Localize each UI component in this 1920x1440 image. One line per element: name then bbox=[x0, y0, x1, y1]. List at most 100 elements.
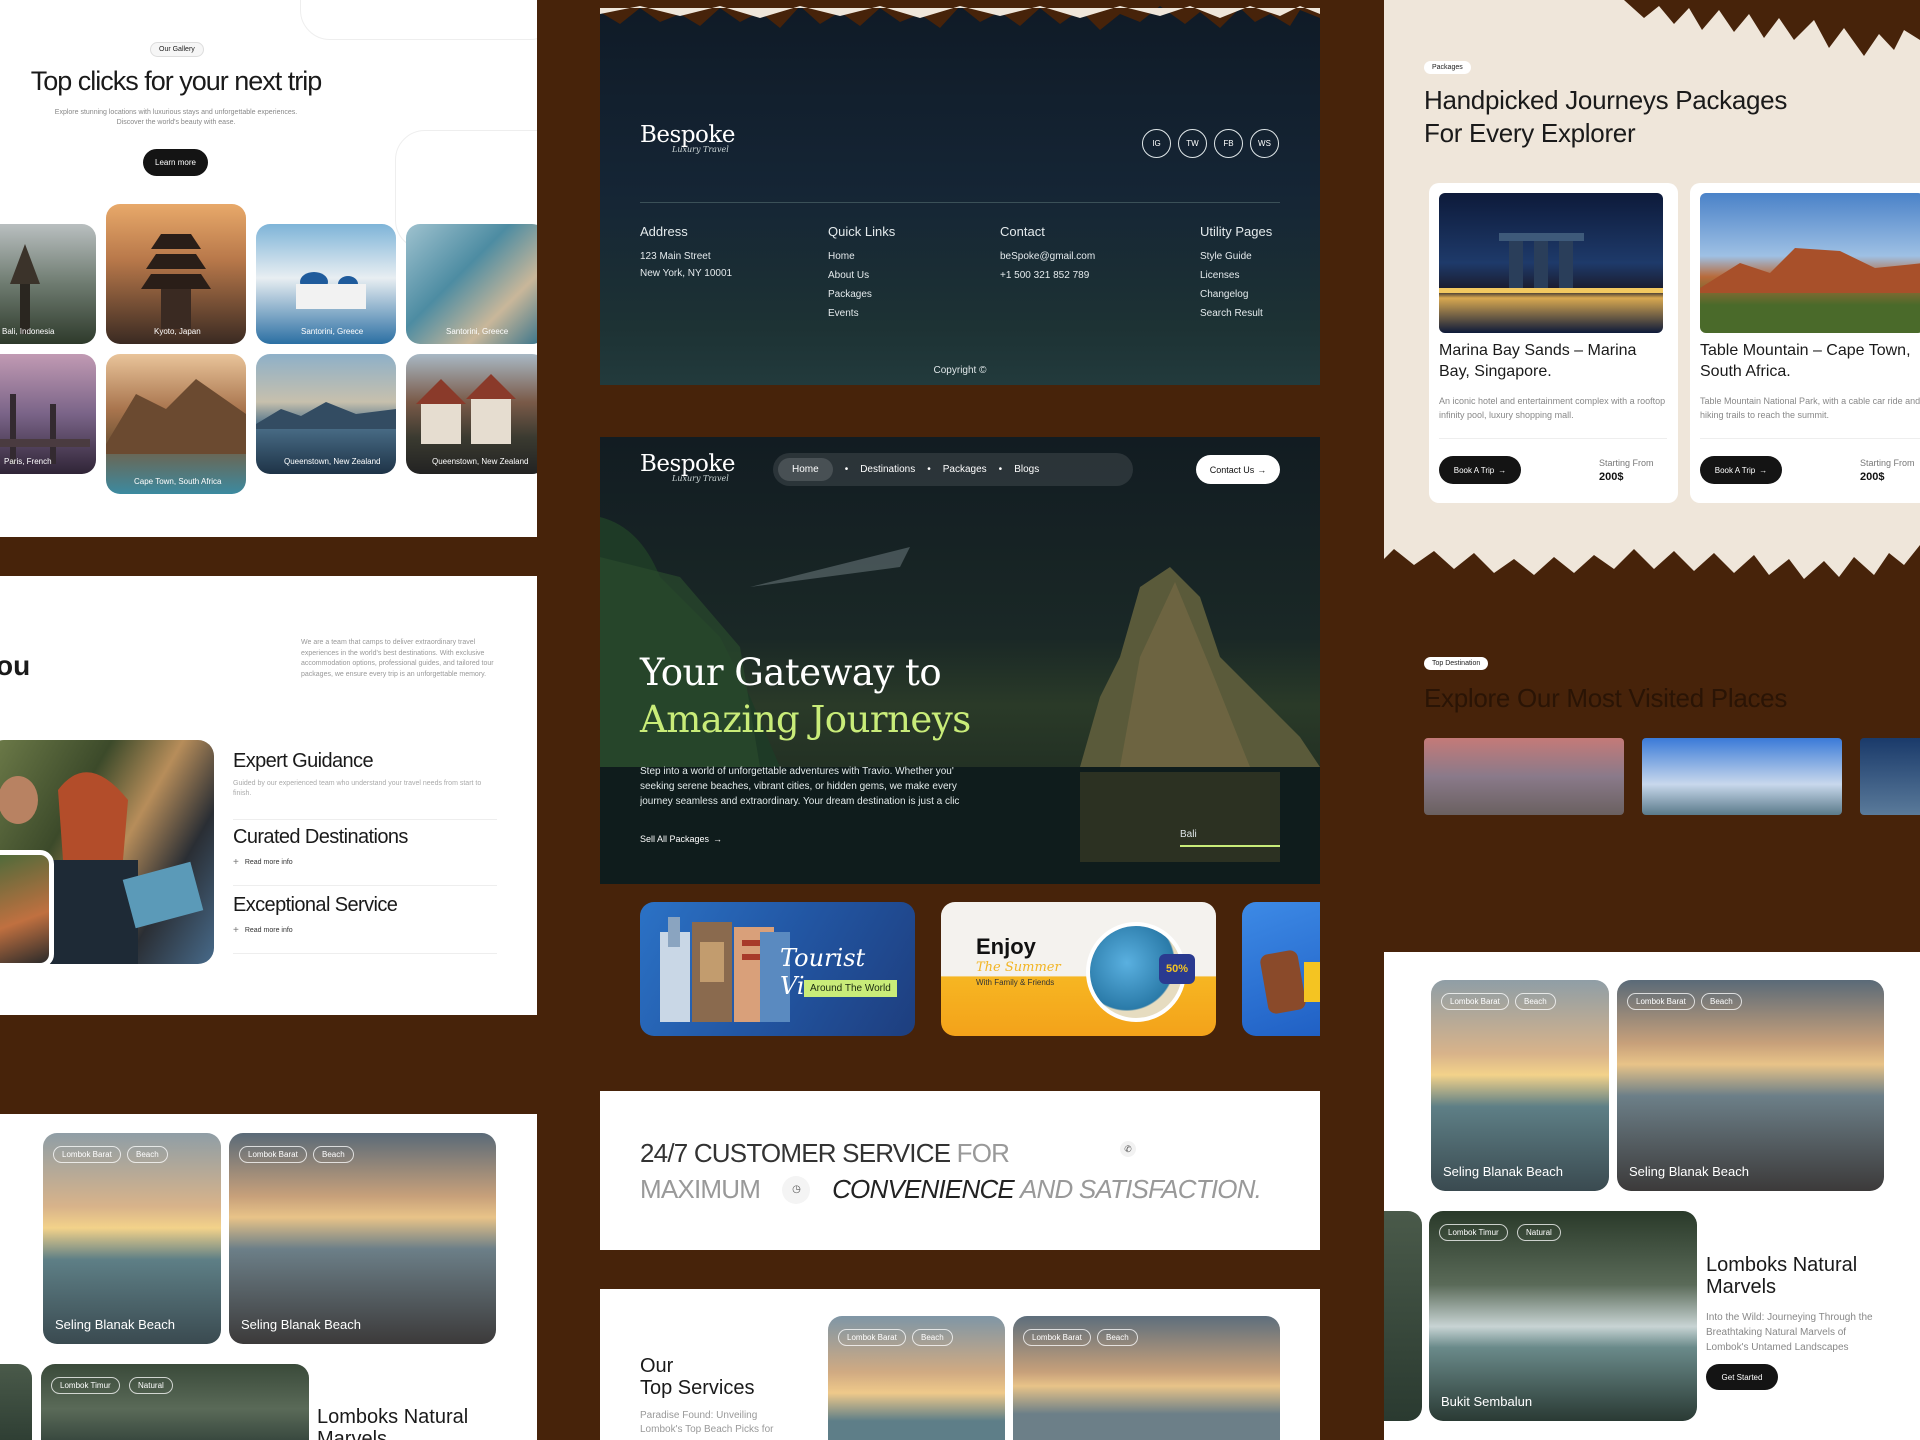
gallery-photo[interactable]: Kyoto, Japan bbox=[106, 204, 246, 344]
footer-logo[interactable]: Bespoke Luxury Travel bbox=[640, 122, 735, 154]
arrow-right-icon: → bbox=[713, 834, 723, 844]
destination-photo[interactable] bbox=[1860, 738, 1920, 815]
title-line: Top Services bbox=[640, 1377, 755, 1399]
read-more-link[interactable]: Read more info bbox=[245, 927, 293, 934]
footer-link[interactable]: About Us bbox=[828, 270, 895, 281]
promo-enjoy[interactable]: Enjoy The Summer With Family & Friends 5… bbox=[941, 902, 1216, 1036]
top-services-title: Our Top Services bbox=[640, 1355, 755, 1399]
enjoy-subtitle: With Family & Friends bbox=[976, 978, 1055, 987]
nav-dot: • bbox=[927, 464, 931, 475]
arrow-right-icon: → bbox=[1759, 465, 1768, 475]
feature-desc: Guided by our experienced team who under… bbox=[233, 780, 482, 797]
footer-link[interactable]: Events bbox=[828, 308, 895, 319]
phone-icon[interactable]: ✆ bbox=[1120, 1141, 1136, 1157]
beach-name: Seling Blanak Beach bbox=[1629, 1164, 1749, 1179]
gallery-photo[interactable]: Cape Town, South Africa bbox=[106, 354, 246, 494]
waterfall-card[interactable]: Lombok Timur Natural bbox=[41, 1364, 309, 1440]
team-photo-small bbox=[0, 850, 54, 968]
beach-card[interactable]: Lombok Barat Beach Seling Blanak Beach bbox=[229, 1133, 496, 1344]
contact-email[interactable]: beSpoke@gmail.com bbox=[1000, 251, 1095, 262]
waterfall-card[interactable]: Lombok Timur Natural Bukit Sembalun bbox=[1429, 1211, 1697, 1421]
package-divider bbox=[1700, 438, 1920, 439]
hero-panel: Bespoke Luxury Travel Home • Destination… bbox=[600, 437, 1320, 884]
service-italic: CONVENIENCE bbox=[832, 1174, 1015, 1204]
enjoy-script: The Summer bbox=[976, 960, 1061, 975]
package-card[interactable]: Table Mountain – Cape Town, South Africa… bbox=[1690, 183, 1920, 503]
footer-col-links: Quick Links Home About Us Packages Event… bbox=[828, 224, 895, 319]
hero-description: Step into a world of unforgettable adven… bbox=[640, 766, 960, 807]
gallery-badge: Our Gallery bbox=[150, 42, 204, 57]
hero-logo[interactable]: Bespoke Luxury Travel bbox=[640, 451, 735, 483]
promo-visa[interactable]: Tourist Visa Around The World bbox=[640, 902, 915, 1036]
plus-icon: + bbox=[233, 857, 239, 868]
footer-col-address: Address 123 Main Street New York, NY 100… bbox=[640, 224, 732, 279]
photo-caption: Paris, French bbox=[4, 457, 52, 466]
btn-label: Book A Trip bbox=[1453, 465, 1495, 475]
gallery-photo[interactable]: Queenstown, New Zealand bbox=[406, 354, 537, 474]
book-trip-button[interactable]: Book A Trip → bbox=[1700, 456, 1782, 484]
gallery-photo[interactable]: Santorini, Greece bbox=[406, 224, 537, 344]
btn-label: Book A Trip bbox=[1714, 465, 1756, 475]
enjoy-title: Enjoy bbox=[976, 934, 1036, 959]
photo-caption: Santorini, Greece bbox=[301, 327, 364, 336]
footer-link[interactable]: Licenses bbox=[1200, 270, 1272, 281]
natural-desc: Into the Wild: Journeying Through the Br… bbox=[1706, 1312, 1873, 1353]
facebook-icon[interactable]: FB bbox=[1214, 129, 1243, 158]
nav-destinations[interactable]: Destinations bbox=[860, 464, 915, 475]
beach-card[interactable]: Lombok Barat Beach Seling Blanak Beach bbox=[1617, 980, 1884, 1191]
feature-title: Curated Destinations bbox=[233, 826, 408, 848]
tag-type: Beach bbox=[912, 1329, 953, 1346]
nav-blogs[interactable]: Blogs bbox=[1014, 464, 1039, 475]
package-title: Table Mountain – Cape Town, South Africa… bbox=[1700, 342, 1911, 380]
footer-link[interactable]: Search Result bbox=[1200, 308, 1272, 319]
service-line1: 24/7 CUSTOMER SERVICE FOR bbox=[640, 1138, 1010, 1169]
destination-photo[interactable] bbox=[1424, 738, 1624, 815]
gallery-photo[interactable]: Queenstown, New Zealand bbox=[256, 354, 396, 474]
footer-link[interactable]: Packages bbox=[828, 289, 895, 300]
nav-packages[interactable]: Packages bbox=[943, 464, 987, 475]
gallery-photo[interactable]: Santorini, Greece bbox=[256, 224, 396, 344]
nav-home[interactable]: Home bbox=[778, 458, 833, 481]
service-card[interactable]: Lombok Barat Beach bbox=[1013, 1316, 1280, 1440]
see-all-packages-link[interactable]: Sell All Packages → bbox=[640, 834, 722, 844]
twitter-icon[interactable]: TW bbox=[1178, 129, 1207, 158]
beach-card[interactable]: Lombok Barat Beach Seling Blanak Beach bbox=[43, 1133, 221, 1344]
footer-link[interactable]: Home bbox=[828, 251, 895, 262]
destination-photo[interactable] bbox=[1642, 738, 1842, 815]
service-card[interactable]: Lombok Barat Beach bbox=[828, 1316, 1005, 1440]
contact-phone[interactable]: +1 500 321 852 789 bbox=[1000, 270, 1095, 281]
yellow-tag bbox=[1304, 962, 1320, 1002]
feature-title: Expert Guidance bbox=[233, 750, 374, 772]
whatsapp-icon[interactable]: WS bbox=[1250, 129, 1279, 158]
gallery-photo[interactable]: Bali, Indonesia bbox=[0, 224, 96, 344]
book-trip-button[interactable]: Book A Trip → bbox=[1439, 456, 1521, 484]
tag-type: Beach bbox=[1515, 993, 1556, 1010]
feature-item[interactable]: Exceptional Service + Read more info bbox=[233, 894, 497, 954]
promo-suitcase[interactable] bbox=[1242, 902, 1320, 1036]
read-more-link[interactable]: Read more info bbox=[245, 859, 293, 866]
waterfall-card[interactable] bbox=[0, 1364, 32, 1440]
photo-caption: Queenstown, New Zealand bbox=[432, 457, 529, 466]
footer-link[interactable]: Style Guide bbox=[1200, 251, 1272, 262]
about-heading: ou bbox=[0, 650, 31, 681]
beaches-panel-left: Lombok Barat Beach Seling Blanak Beach L… bbox=[0, 1114, 537, 1440]
suitcase-icon bbox=[1259, 949, 1307, 1015]
copyright: Copyright © bbox=[933, 365, 987, 376]
package-card[interactable]: Marina Bay Sands – Marina Bay, Singapore… bbox=[1429, 183, 1678, 503]
learn-more-button[interactable]: Learn more bbox=[143, 149, 208, 176]
address-line: New York, NY 10001 bbox=[640, 268, 733, 279]
waterfall-card[interactable] bbox=[1384, 1211, 1422, 1421]
footer-link[interactable]: Changelog bbox=[1200, 289, 1272, 300]
get-started-button[interactable]: Get Started bbox=[1706, 1364, 1778, 1390]
package-divider bbox=[1439, 438, 1667, 439]
instagram-icon[interactable]: IG bbox=[1142, 129, 1171, 158]
gallery-photo[interactable]: Paris, French bbox=[0, 354, 96, 474]
footer-col-contact: Contact beSpoke@gmail.com +1 500 321 852… bbox=[1000, 224, 1095, 281]
contact-us-button[interactable]: Contact Us → bbox=[1196, 455, 1280, 484]
discount-badge: 50% bbox=[1159, 954, 1195, 984]
feature-item[interactable]: Curated Destinations + Read more info bbox=[233, 826, 497, 886]
tag-type: Beach bbox=[1701, 993, 1742, 1010]
location-indicator[interactable]: Bali bbox=[1180, 829, 1280, 847]
service-light: FOR bbox=[956, 1138, 1010, 1168]
beach-card[interactable]: Lombok Barat Beach Seling Blanak Beach bbox=[1431, 980, 1609, 1191]
